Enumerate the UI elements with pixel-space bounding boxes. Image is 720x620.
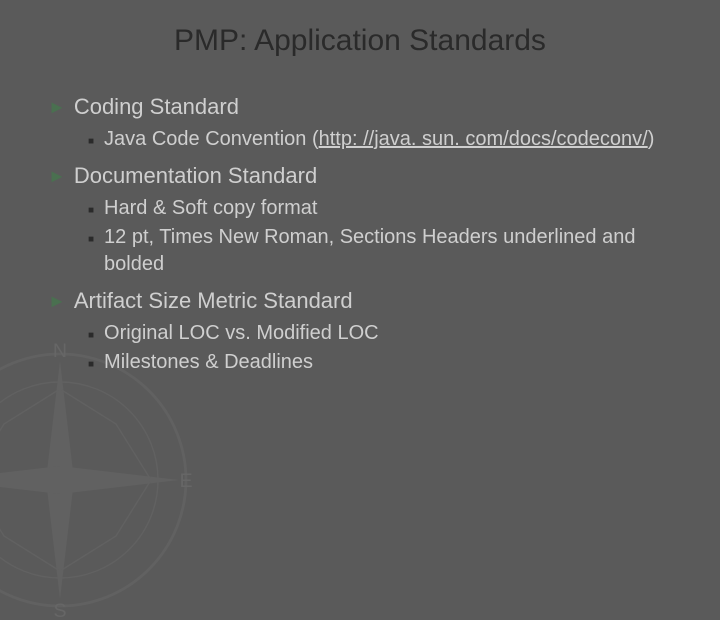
topic-documentation-standard: ► Documentation Standard ■ Hard & Soft c… bbox=[48, 163, 680, 278]
compass-decoration: N E S W bbox=[0, 340, 200, 620]
sub-item: ■ Hard & Soft copy format bbox=[88, 195, 680, 222]
text-post: ) bbox=[648, 128, 655, 150]
square-bullet-icon: ■ bbox=[88, 135, 94, 149]
square-bullet-icon: ■ bbox=[88, 358, 94, 372]
sub-text: 12 pt, Times New Roman, Sections Headers… bbox=[104, 224, 680, 278]
sub-item: ■ 12 pt, Times New Roman, Sections Heade… bbox=[88, 224, 680, 278]
topic-coding-standard: ► Coding Standard ■ Java Code Convention… bbox=[48, 94, 680, 153]
heading-text: Coding Standard bbox=[74, 94, 239, 120]
square-bullet-icon: ■ bbox=[88, 329, 94, 343]
svg-text:E: E bbox=[179, 470, 192, 492]
triangle-bullet-icon: ► bbox=[48, 97, 66, 118]
heading-text: Documentation Standard bbox=[74, 163, 317, 189]
slide-content: ► Coding Standard ■ Java Code Convention… bbox=[0, 94, 720, 376]
topic-heading: ► Artifact Size Metric Standard bbox=[48, 288, 680, 314]
sub-list: ■ Java Code Convention (http: //java. su… bbox=[48, 126, 680, 153]
triangle-bullet-icon: ► bbox=[48, 291, 66, 312]
heading-text: Artifact Size Metric Standard bbox=[74, 288, 353, 314]
topic-heading: ► Documentation Standard bbox=[48, 163, 680, 189]
text-pre: Java Code Convention ( bbox=[104, 128, 319, 150]
square-bullet-icon: ■ bbox=[88, 233, 94, 247]
topic-artifact-size-standard: ► Artifact Size Metric Standard ■ Origin… bbox=[48, 288, 680, 376]
sub-text: Milestones & Deadlines bbox=[104, 349, 680, 376]
sub-item: ■ Milestones & Deadlines bbox=[88, 349, 680, 376]
sub-text: Original LOC vs. Modified LOC bbox=[104, 320, 680, 347]
sub-item: ■ Original LOC vs. Modified LOC bbox=[88, 320, 680, 347]
sub-text: Java Code Convention (http: //java. sun.… bbox=[104, 126, 680, 153]
sub-item: ■ Java Code Convention (http: //java. su… bbox=[88, 126, 680, 153]
slide-title: PMP: Application Standards bbox=[0, 0, 720, 94]
link-text: http: //java. sun. com/docs/codeconv/ bbox=[319, 128, 648, 150]
svg-text:S: S bbox=[53, 600, 66, 620]
square-bullet-icon: ■ bbox=[88, 204, 94, 218]
sub-list: ■ Original LOC vs. Modified LOC ■ Milest… bbox=[48, 320, 680, 376]
triangle-bullet-icon: ► bbox=[48, 166, 66, 187]
topic-heading: ► Coding Standard bbox=[48, 94, 680, 120]
sub-text: Hard & Soft copy format bbox=[104, 195, 680, 222]
sub-list: ■ Hard & Soft copy format ■ 12 pt, Times… bbox=[48, 195, 680, 278]
